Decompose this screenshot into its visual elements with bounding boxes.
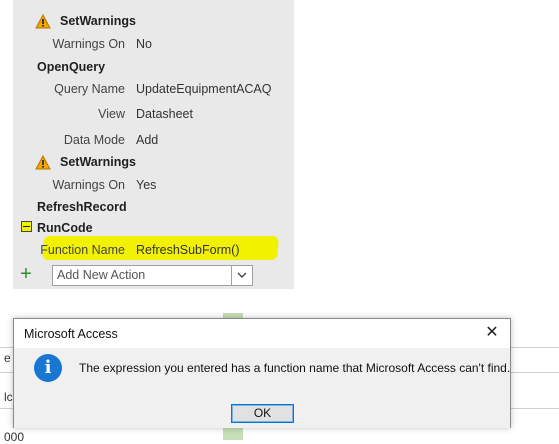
background-text: e xyxy=(4,351,11,365)
arg-row-query-name: Query Name UpdateEquipmentACAQ xyxy=(13,80,294,98)
background-text: lc xyxy=(4,390,13,404)
combo-dropdown-button[interactable] xyxy=(231,266,252,285)
add-new-action-combobox[interactable]: Add New Action xyxy=(52,265,253,286)
arg-row-warnings-on-1: Warnings On No xyxy=(13,35,294,53)
action-openquery[interactable]: OpenQuery xyxy=(37,60,105,74)
warning-icon xyxy=(35,155,51,170)
arg-row-data-mode: Data Mode Add xyxy=(13,131,294,149)
arg-value[interactable]: RefreshSubForm() xyxy=(136,241,240,259)
arg-label: Data Mode xyxy=(63,133,125,147)
arg-label: Warnings On xyxy=(52,37,125,51)
arg-value[interactable]: No xyxy=(136,35,152,53)
plus-icon[interactable]: + xyxy=(18,264,34,284)
arg-row-view: View Datasheet xyxy=(13,105,294,123)
action-setwarnings-1[interactable]: SetWarnings xyxy=(60,14,136,28)
close-icon[interactable]: ✕ xyxy=(480,322,504,344)
dialog-title: Microsoft Access xyxy=(24,327,118,341)
arg-value[interactable]: Datasheet xyxy=(136,105,193,123)
error-dialog: Microsoft Access ✕ i The expression you … xyxy=(13,318,511,428)
info-icon: i xyxy=(34,354,62,382)
collapse-icon[interactable] xyxy=(21,221,32,232)
arg-row-warnings-on-2: Warnings On Yes xyxy=(13,176,294,194)
dialog-message: The expression you entered has a functio… xyxy=(79,361,511,375)
arg-label: View xyxy=(98,107,125,121)
arg-label: Function Name xyxy=(40,243,125,257)
warning-icon xyxy=(35,14,51,29)
action-setwarnings-2[interactable]: SetWarnings xyxy=(60,155,136,169)
arg-label: Warnings On xyxy=(52,178,125,192)
arg-label: Query Name xyxy=(54,82,125,96)
combo-placeholder: Add New Action xyxy=(57,268,146,282)
arg-row-function-name: Function Name RefreshSubForm() xyxy=(13,241,294,259)
arg-value[interactable]: UpdateEquipmentACAQ xyxy=(136,80,272,98)
arg-value[interactable]: Add xyxy=(136,131,158,149)
action-refreshrecord[interactable]: RefreshRecord xyxy=(37,200,127,214)
ok-button[interactable]: OK xyxy=(231,404,294,423)
chevron-down-icon xyxy=(237,272,247,278)
action-runcode[interactable]: RunCode xyxy=(37,221,93,235)
arg-value[interactable]: Yes xyxy=(136,176,156,194)
macro-design-panel: SetWarnings Warnings On No OpenQuery Que… xyxy=(13,0,294,289)
background-text: 000 xyxy=(4,430,25,444)
